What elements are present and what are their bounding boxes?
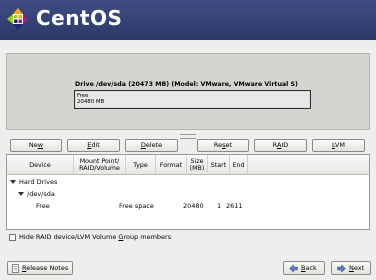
back-label-post: ack <box>305 264 317 272</box>
free-segment[interactable]: Free 20480 MB <box>76 92 309 107</box>
column-header-format[interactable]: Format <box>156 155 187 175</box>
new-button[interactable]: New <box>10 139 62 152</box>
delete-button-label-post: elete <box>145 141 163 149</box>
drive-bar[interactable]: Free 20480 MB <box>74 90 311 109</box>
document-icon <box>12 264 19 273</box>
raid-button[interactable]: RAID <box>254 139 307 152</box>
cell-device: Free <box>36 202 50 210</box>
next-button[interactable]: Next <box>331 261 371 275</box>
raid-button-label-post: ID <box>281 141 289 149</box>
free-segment-size: 20480 MB <box>77 99 105 105</box>
pane-separator-handle[interactable] <box>180 134 196 139</box>
edit-button-label-post: dit <box>91 141 100 149</box>
cell-end: 2611 <box>226 202 243 210</box>
back-label: Back <box>301 262 317 274</box>
table-header: Device Mount Point/ RAID/Volume Type For… <box>7 155 369 175</box>
next-label-post: ext <box>353 264 365 272</box>
cell-start: 1 <box>217 202 222 210</box>
reset-button-label-pre: Re <box>213 141 223 149</box>
hide-raid-checkbox[interactable] <box>9 234 16 241</box>
drive-title: Drive /dev/sda (20473 MB) (Model: VMware… <box>75 81 298 88</box>
edit-button[interactable]: Edit <box>67 139 120 152</box>
back-button[interactable]: Back <box>283 261 325 275</box>
column-header-device[interactable]: Device <box>7 155 74 175</box>
header-banner: CentOS <box>0 0 376 40</box>
lvm-button-label-post: VM <box>334 141 345 149</box>
cell-type: Free space <box>119 202 154 210</box>
arrow-right-icon <box>337 264 346 273</box>
tree-label-disk: /dev/sda <box>27 190 55 198</box>
column-header-end[interactable]: End <box>230 155 248 175</box>
reset-button-label-post: et <box>225 141 233 149</box>
arrow-left-icon <box>289 264 298 273</box>
drive-panel: Drive /dev/sda (20473 MB) (Model: VMware… <box>6 53 370 130</box>
column-header-mount-point[interactable]: Mount Point/ RAID/Volume <box>74 155 126 175</box>
lvm-button[interactable]: LVM <box>312 139 365 152</box>
hide-raid-label-pre: Hide RAID device/LVM Volume <box>19 233 119 241</box>
delete-button[interactable]: Delete <box>125 139 178 152</box>
new-button-label-pre: Ne <box>28 141 38 149</box>
column-header-type[interactable]: Type <box>126 155 156 175</box>
tree-label-hard-drives: Hard Drives <box>19 178 58 186</box>
expander-triangle-icon[interactable] <box>10 180 16 184</box>
next-label: Next <box>349 262 364 274</box>
release-notes-button[interactable]: Release Notes <box>7 261 73 275</box>
cell-size: 20480 <box>183 202 204 210</box>
centos-logo-icon <box>7 8 29 30</box>
release-notes-label-post: elease Notes <box>26 264 69 272</box>
brand-name: CentOS <box>36 6 123 30</box>
tree-row-hard-drives[interactable]: Hard Drives <box>7 177 369 188</box>
tree-row-disk[interactable]: /dev/sda <box>7 189 369 200</box>
new-button-label-key: w <box>37 141 44 149</box>
reset-button[interactable]: Reset <box>197 139 249 152</box>
hide-raid-label-post: roup members <box>123 233 172 241</box>
release-notes-label: Release Notes <box>22 262 68 274</box>
partition-table[interactable]: Device Mount Point/ RAID/Volume Type For… <box>6 154 370 230</box>
table-row-free[interactable]: Free Free space 20480 1 2611 <box>7 201 369 212</box>
hide-raid-label[interactable]: Hide RAID device/LVM Volume Group member… <box>19 233 171 241</box>
expander-triangle-icon[interactable] <box>18 192 24 196</box>
column-header-start[interactable]: Start <box>208 155 230 175</box>
column-header-size[interactable]: Size (MB) <box>187 155 208 175</box>
